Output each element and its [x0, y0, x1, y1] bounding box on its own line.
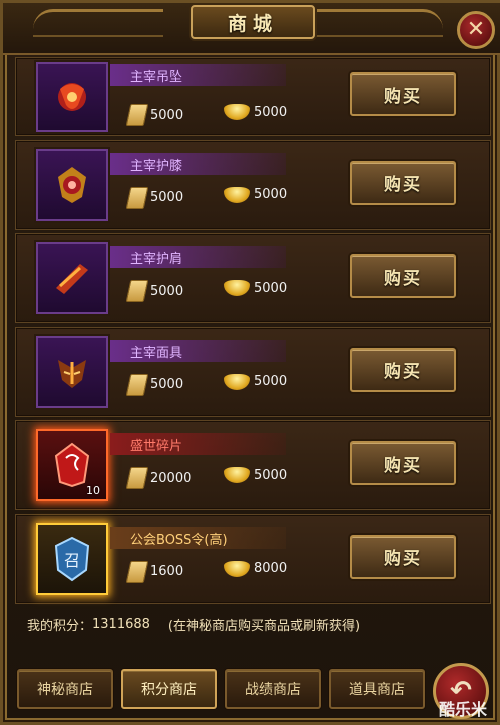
- scroll-icon: [125, 280, 149, 303]
- item-list: 主宰吊坠 5000 5000 购买 主宰护膝 5000 5000 购买 主宰护肩…: [15, 57, 491, 608]
- points-price: 5000: [125, 373, 183, 396]
- gold-price: 5000: [224, 104, 287, 120]
- close-icon: ✕: [466, 17, 486, 42]
- item-name-bar: 主宰护肩: [110, 246, 286, 269]
- gold-ingot-icon: [224, 186, 250, 203]
- gold-ingot-icon: [224, 467, 250, 484]
- dragon-ornament-left: [33, 9, 163, 37]
- list-item: 主宰吊坠 5000 5000 购买: [15, 57, 491, 136]
- boss-token-icon[interactable]: 召: [36, 522, 108, 595]
- scroll-icon: [125, 186, 149, 209]
- scroll-icon: [125, 467, 149, 490]
- points-price: 5000: [125, 104, 183, 126]
- buy-button[interactable]: 购买: [350, 254, 456, 299]
- watermark: 酷乐米: [438, 700, 487, 719]
- list-item: 主宰护肩 5000 5000 购买: [15, 233, 491, 324]
- gold-price: 5000: [224, 373, 287, 390]
- points-info: 我的积分： 1311688 (在神秘商店购买商品或刷新获得): [15, 607, 491, 641]
- shop-window: 商城 ✕ 主宰吊坠 5000 5000 购买 主宰护膝 5000 5000 购买…: [0, 0, 500, 725]
- close-button[interactable]: ✕: [457, 11, 495, 49]
- scroll-icon: [125, 104, 149, 126]
- points-price: 20000: [125, 467, 191, 490]
- gold-ingot-icon: [224, 280, 250, 297]
- mask-icon[interactable]: [36, 335, 108, 408]
- page-title: 商城: [227, 12, 278, 35]
- item-name: 主宰面具: [130, 345, 183, 361]
- points-price: 5000: [125, 186, 183, 209]
- item-name-bar: 公会BOSS令(高): [110, 526, 286, 549]
- tab-item-shop[interactable]: 道具商店: [329, 669, 425, 709]
- dragon-ornament-right: [313, 9, 443, 37]
- points-value: 1311688: [92, 616, 150, 632]
- gold-price: 8000: [224, 560, 287, 577]
- item-name: 主宰护肩: [130, 252, 183, 268]
- buy-button[interactable]: 购买: [350, 534, 456, 579]
- item-name: 公会BOSS令(高): [130, 532, 228, 548]
- item-name-bar: 主宰护膝: [110, 152, 286, 175]
- item-name-bar: 盛世碎片: [110, 433, 286, 456]
- list-item: 主宰护膝 5000 5000 购买: [15, 139, 491, 230]
- shop-tabs: 神秘商店 积分商店 战绩商店 道具商店: [17, 669, 425, 713]
- buy-button[interactable]: 购买: [350, 72, 456, 116]
- tab-record-shop[interactable]: 战绩商店: [225, 669, 321, 709]
- gold-price: 5000: [224, 467, 287, 484]
- kneepad-icon[interactable]: [36, 148, 108, 221]
- list-item: 召 公会BOSS令(高) 1600 8000 购买: [15, 513, 491, 604]
- points-label: 我的积分：: [27, 618, 93, 634]
- list-item: 10 盛世碎片 20000 5000 购买: [15, 420, 491, 511]
- pendant-icon[interactable]: [36, 62, 108, 132]
- fragment-icon[interactable]: 10: [36, 429, 108, 502]
- buy-button[interactable]: 购买: [350, 160, 456, 205]
- tab-mystery-shop[interactable]: 神秘商店: [17, 669, 113, 709]
- item-name-bar: 主宰吊坠: [110, 64, 286, 86]
- buy-button[interactable]: 购买: [350, 347, 456, 392]
- gold-price: 5000: [224, 280, 287, 297]
- scroll-icon: [125, 373, 149, 396]
- list-item: 主宰面具 5000 5000 购买: [15, 326, 491, 417]
- gold-price: 5000: [224, 186, 287, 203]
- gold-ingot-icon: [224, 104, 250, 120]
- points-hint: (在神秘商店购买商品或刷新获得): [167, 618, 361, 634]
- points-price: 5000: [125, 280, 183, 303]
- item-name: 主宰吊坠: [130, 70, 183, 85]
- gold-ingot-icon: [224, 373, 250, 390]
- item-name: 主宰护膝: [130, 158, 183, 174]
- scroll-icon: [125, 560, 149, 583]
- item-count: 10: [86, 484, 100, 498]
- buy-button[interactable]: 购买: [350, 441, 456, 486]
- shoulder-icon[interactable]: [36, 242, 108, 315]
- points-price: 1600: [125, 560, 183, 583]
- title-plate: 商城: [191, 5, 315, 39]
- svg-text:召: 召: [64, 551, 80, 570]
- item-name: 盛世碎片: [130, 439, 183, 455]
- tab-points-shop[interactable]: 积分商店: [121, 669, 217, 709]
- header: 商城 ✕: [3, 3, 500, 55]
- item-name-bar: 主宰面具: [110, 339, 286, 362]
- gold-ingot-icon: [224, 560, 250, 577]
